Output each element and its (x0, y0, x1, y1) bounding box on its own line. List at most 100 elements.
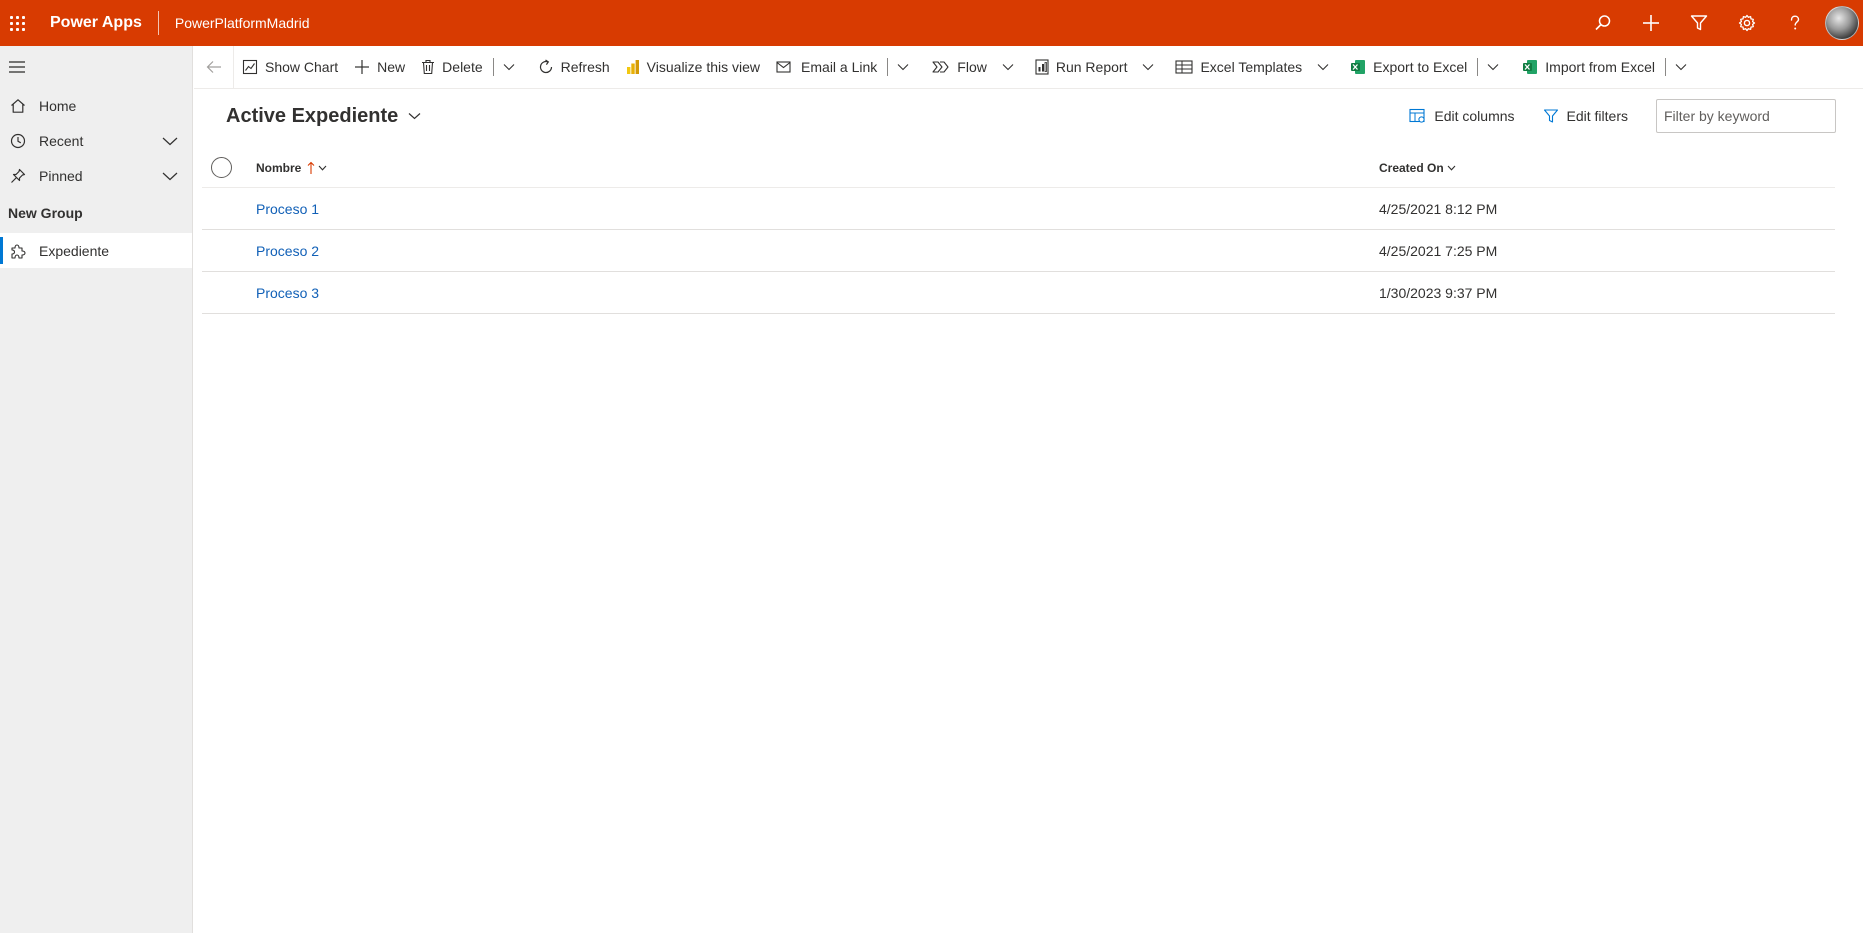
gear-icon[interactable] (1723, 0, 1771, 46)
avatar[interactable] (1825, 6, 1859, 40)
puzzle-icon (3, 243, 33, 259)
excel-templates-button[interactable]: Excel Templates (1167, 46, 1310, 89)
select-all-checkbox[interactable] (211, 157, 232, 178)
command-separator (1477, 58, 1479, 76)
filter-keyword-input[interactable] (1656, 99, 1836, 133)
records-grid: Nombre Created On Proceso 1 4/25/2021 8:… (202, 148, 1835, 314)
run-report-button[interactable]: Run Report (1027, 46, 1136, 89)
chevron-down-icon (1447, 165, 1456, 171)
view-title: Active Expediente (226, 104, 399, 127)
column-header-created-on[interactable]: Created On (1379, 148, 1456, 188)
edit-filters-button[interactable]: Edit filters (1543, 108, 1628, 124)
new-button[interactable]: New (346, 46, 413, 89)
refresh-button[interactable]: Refresh (530, 46, 618, 89)
filter-icon[interactable] (1675, 0, 1723, 46)
sort-ascending-icon (307, 161, 315, 175)
column-header-label: Nombre (256, 161, 302, 175)
record-created-on: 1/30/2023 9:37 PM (1379, 285, 1498, 301)
search-icon[interactable] (1579, 0, 1627, 46)
chevron-down-icon[interactable] (162, 168, 178, 184)
command-separator (492, 58, 494, 76)
table-row[interactable]: Proceso 1 4/25/2021 8:12 PM (202, 188, 1835, 230)
command-separator (887, 58, 889, 76)
environment-name[interactable]: PowerPlatformMadrid (175, 15, 310, 31)
trash-icon (421, 59, 435, 75)
app-launcher-icon[interactable] (0, 0, 34, 46)
excel-templates-chevron-icon[interactable] (1310, 46, 1336, 89)
sidebar-item-label: Expediente (39, 242, 110, 259)
sidebar-item-expediente[interactable]: Expediente (0, 233, 192, 268)
column-header-nombre[interactable]: Nombre (256, 148, 327, 188)
record-name-link[interactable]: Proceso 3 (256, 272, 319, 314)
delete-label: Delete (442, 59, 483, 75)
top-header: Power Apps PowerPlatformMadrid (0, 0, 1863, 46)
flow-label: Flow (957, 59, 987, 75)
edit-columns-button[interactable]: Edit columns (1409, 108, 1515, 124)
clock-icon (3, 133, 33, 149)
new-label: New (377, 59, 406, 75)
column-header-label: Created On (1379, 161, 1444, 175)
edit-filters-label: Edit filters (1566, 108, 1628, 124)
edit-columns-icon (1409, 108, 1426, 124)
chevron-down-icon[interactable] (162, 133, 178, 149)
command-separator (1665, 58, 1666, 76)
sidebar: Home Recent Pinned New Group Expediente (0, 46, 193, 933)
import-excel-label: Import from Excel (1545, 59, 1655, 75)
app-name[interactable]: Power Apps (50, 14, 142, 32)
excel-templates-label: Excel Templates (1200, 59, 1303, 75)
report-icon (1035, 59, 1049, 75)
table-row[interactable]: Proceso 2 4/25/2021 7:25 PM (202, 230, 1835, 272)
email-link-button[interactable]: Email a Link (768, 46, 885, 89)
import-excel-chevron-icon[interactable] (1668, 46, 1694, 89)
filter-icon (1543, 108, 1559, 124)
delete-more-chevron-icon[interactable] (496, 46, 522, 89)
sidebar-item-label: Recent (39, 132, 84, 149)
excel-templates-icon (1175, 60, 1194, 74)
table-row[interactable]: Proceso 3 1/30/2023 9:37 PM (202, 272, 1835, 314)
sidebar-item-recent[interactable]: Recent (0, 123, 192, 158)
record-created-on: 4/25/2021 7:25 PM (1379, 243, 1498, 259)
email-more-chevron-icon[interactable] (890, 46, 916, 89)
visualize-label: Visualize this view (646, 59, 761, 75)
plus-icon (354, 59, 370, 75)
run-report-chevron-icon[interactable] (1135, 46, 1161, 89)
flow-icon (932, 60, 950, 74)
edit-columns-label: Edit columns (1434, 108, 1515, 124)
show-chart-button[interactable]: Show Chart (234, 46, 346, 89)
powerbi-icon (626, 59, 640, 75)
refresh-label: Refresh (560, 59, 610, 75)
email-link-label: Email a Link (801, 59, 878, 75)
chevron-down-icon (408, 112, 421, 120)
visualize-view-button[interactable]: Visualize this view (618, 46, 768, 89)
header-divider (157, 11, 159, 35)
email-link-icon (776, 60, 794, 74)
sidebar-item-pinned[interactable]: Pinned (0, 158, 192, 193)
flow-button[interactable]: Flow (924, 46, 995, 89)
refresh-icon (538, 59, 554, 75)
back-arrow-icon[interactable] (194, 45, 234, 89)
export-excel-label: Export to Excel (1373, 59, 1468, 75)
sidebar-group-title: New Group (8, 205, 83, 221)
record-name-link[interactable]: Proceso 2 (256, 230, 319, 272)
delete-button[interactable]: Delete (413, 46, 490, 89)
flow-chevron-icon[interactable] (995, 46, 1021, 89)
pin-icon (3, 168, 33, 184)
chevron-down-icon (318, 165, 327, 171)
command-bar: Show Chart New Delete Refresh Visualize … (194, 45, 1863, 89)
hamburger-menu-icon[interactable] (0, 46, 192, 88)
help-icon[interactable] (1771, 0, 1819, 46)
excel-icon (1522, 59, 1538, 75)
view-tools: Edit columns Edit filters (1409, 99, 1836, 133)
record-name-link[interactable]: Proceso 1 (256, 188, 319, 230)
export-excel-chevron-icon[interactable] (1480, 46, 1506, 89)
sidebar-item-label: Home (39, 97, 77, 114)
import-excel-button[interactable]: Import from Excel (1514, 46, 1663, 89)
view-selector[interactable]: Active Expediente (226, 102, 421, 130)
plus-icon[interactable] (1627, 0, 1675, 46)
header-actions (1579, 0, 1863, 46)
sidebar-item-label: Pinned (39, 167, 83, 184)
export-excel-button[interactable]: Export to Excel (1342, 46, 1475, 89)
sidebar-item-home[interactable]: Home (0, 88, 192, 123)
grid-header: Nombre Created On (202, 148, 1835, 188)
record-created-on: 4/25/2021 8:12 PM (1379, 201, 1498, 217)
